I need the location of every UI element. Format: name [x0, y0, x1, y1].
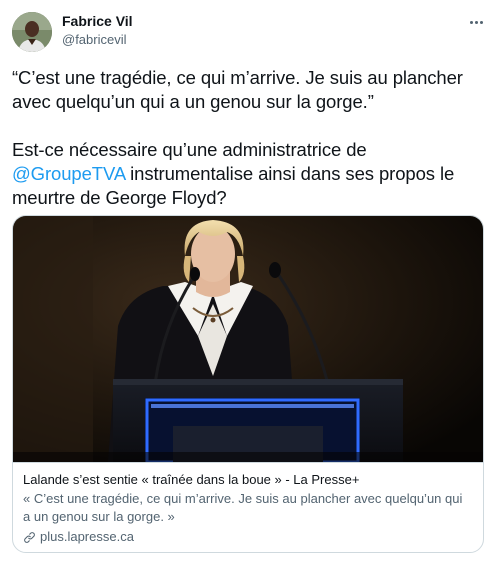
card-description: « C’est une tragédie, ce qui m’arrive. J…	[23, 491, 463, 524]
card-domain: plus.lapresse.ca	[40, 529, 134, 544]
author-display-name[interactable]: Fabrice Vil	[62, 13, 133, 29]
tweet-text: “C’est une tragédie, ce qui m’arrive. Je…	[12, 66, 488, 210]
tweet-comment-prefix: Est-ce nécessaire qu’une administratrice…	[12, 139, 367, 160]
profile-photo-icon	[12, 12, 52, 52]
link-preview-card[interactable]: Lalande s’est sentie « traînée dans la b…	[12, 215, 484, 553]
card-meta: Lalande s’est sentie « traînée dans la b…	[13, 462, 483, 552]
more-horizontal-icon	[469, 20, 473, 24]
link-icon	[24, 531, 35, 543]
author-handle[interactable]: @fabricevil	[62, 32, 127, 47]
card-domain-row: plus.lapresse.ca	[23, 528, 473, 546]
more-options-button[interactable]	[464, 12, 488, 32]
card-image	[13, 216, 483, 462]
card-title: Lalande s’est sentie « traînée dans la b…	[23, 472, 360, 487]
author-avatar[interactable]	[12, 12, 52, 52]
tweet-comment: Est-ce nécessaire qu’une administratrice…	[12, 138, 488, 210]
tweet-card[interactable]: Fabrice Vil @fabricevil “C’est une tragé…	[0, 0, 500, 563]
tweet-quote: “C’est une tragédie, ce qui m’arrive. Je…	[12, 67, 463, 112]
mention-link[interactable]: @GroupeTVA	[12, 163, 125, 184]
